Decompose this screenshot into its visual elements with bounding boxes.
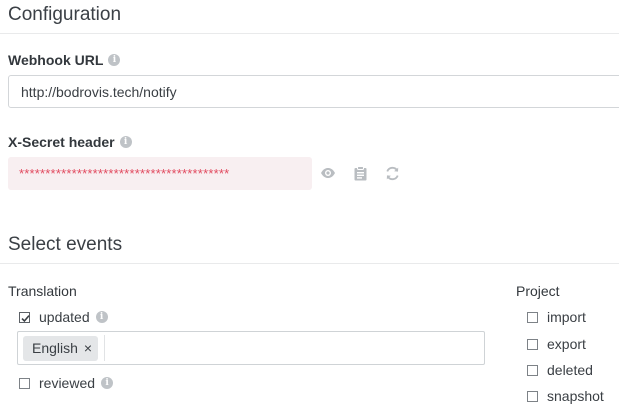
snapshot-label: snapshot	[547, 388, 604, 404]
close-icon[interactable]: ×	[84, 340, 92, 356]
project-import-row[interactable]: import	[527, 309, 586, 325]
deleted-checkbox[interactable]	[527, 364, 538, 376]
regenerate-secret-button[interactable]	[382, 163, 402, 183]
webhook-url-label: Webhook URL i	[8, 52, 121, 68]
translation-group-label: Translation	[8, 283, 77, 299]
info-icon[interactable]: i	[108, 54, 121, 66]
project-deleted-row[interactable]: deleted	[527, 362, 593, 378]
info-icon[interactable]: i	[119, 136, 132, 148]
project-export-row[interactable]: export	[527, 336, 586, 352]
section-divider	[0, 263, 619, 264]
select-events-title: Select events	[8, 234, 123, 255]
updated-checkbox[interactable]	[19, 311, 30, 323]
secret-header-label-text: X-Secret header	[8, 134, 115, 150]
language-tag-input[interactable]: English ×	[17, 331, 485, 365]
export-label: export	[547, 336, 586, 352]
language-tag: English ×	[23, 335, 99, 361]
reviewed-label: reviewed	[39, 375, 96, 391]
secret-header-value: ****************************************	[19, 166, 230, 181]
text-cursor	[104, 335, 106, 361]
export-checkbox[interactable]	[527, 338, 538, 350]
language-tag-label: English	[32, 340, 78, 356]
webhook-settings-panel: Configuration Webhook URL i http://bodro…	[0, 0, 619, 410]
reviewed-checkbox-row[interactable]: reviewed i	[19, 375, 114, 391]
project-snapshot-row[interactable]: snapshot	[527, 388, 604, 404]
section-divider	[0, 33, 619, 34]
import-label: import	[547, 309, 586, 325]
clipboard-icon	[354, 165, 366, 180]
webhook-url-label-text: Webhook URL	[8, 52, 104, 68]
show-secret-button[interactable]	[318, 163, 338, 183]
reviewed-checkbox[interactable]	[19, 377, 30, 389]
webhook-url-input[interactable]: http://bodrovis.tech/notify	[8, 75, 619, 108]
configuration-title: Configuration	[8, 4, 122, 25]
copy-secret-button[interactable]	[350, 163, 370, 183]
secret-header-label: X-Secret header i	[8, 134, 132, 150]
updated-checkbox-row[interactable]: updated i	[19, 309, 108, 325]
eye-icon	[321, 168, 335, 178]
refresh-icon	[385, 166, 399, 180]
checkmark-icon	[21, 314, 30, 322]
info-icon[interactable]: i	[101, 377, 114, 389]
deleted-label: deleted	[547, 362, 593, 378]
import-checkbox[interactable]	[527, 311, 538, 323]
webhook-url-value: http://bodrovis.tech/notify	[21, 83, 177, 100]
snapshot-checkbox[interactable]	[527, 390, 538, 402]
secret-header-field[interactable]: ****************************************	[8, 157, 312, 190]
project-group-label: Project	[516, 283, 560, 299]
info-icon[interactable]: i	[95, 311, 108, 323]
updated-label: updated	[39, 309, 90, 325]
